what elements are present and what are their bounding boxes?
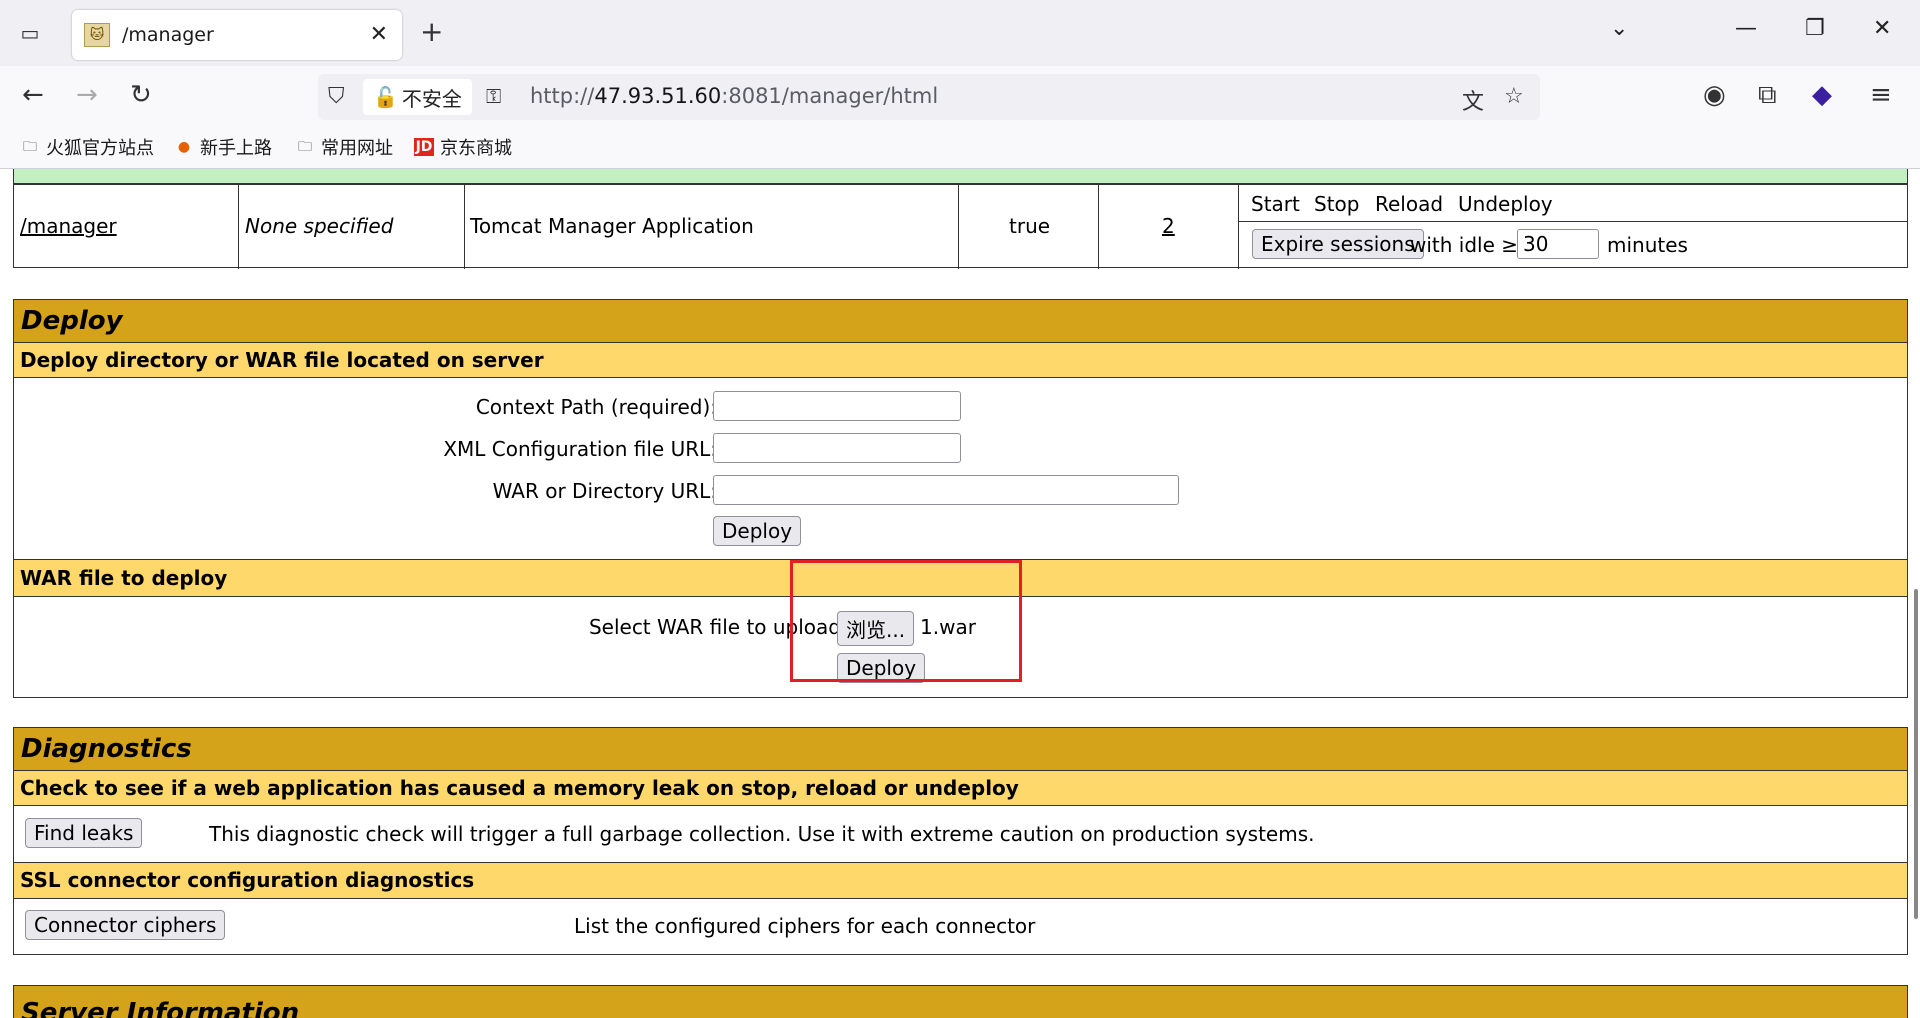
deploy-server-button[interactable]: Deploy — [713, 516, 802, 546]
tab-list-icon[interactable]: ▭ — [12, 18, 48, 48]
diagnostics-header: Diagnostics — [14, 728, 1907, 770]
diagnostics-section: Diagnostics Check to see if a web applic… — [13, 727, 1908, 955]
diagnostics-title: Diagnostics — [21, 734, 192, 764]
deploy-title: Deploy — [21, 306, 123, 336]
account-icon[interactable]: ◉ — [1703, 80, 1726, 110]
tab-bar: ▭ 🐱 /manager ✕ + ⌄ — ❐ ✕ — [0, 0, 1920, 66]
jd-icon: JD — [414, 138, 434, 156]
red-highlight-box — [790, 560, 1022, 682]
insecure-label: 不安全 — [401, 86, 462, 111]
application-row: /manager None specified Tomcat Manager A… — [13, 184, 1908, 269]
url-host: 47.93.51.60 — [594, 84, 722, 108]
minimize-icon[interactable]: — — [1735, 16, 1757, 41]
app-version: None specified — [245, 214, 394, 238]
context-path-label: Context Path (required): — [475, 395, 717, 419]
memory-leak-subheader: Check to see if a web application has ca… — [14, 770, 1907, 806]
extensions-icon[interactable]: ⧉ — [1758, 80, 1777, 111]
with-idle-label: with idle ≥ — [1410, 233, 1519, 257]
key-icon[interactable]: ⚿ — [486, 84, 501, 108]
close-tab-icon[interactable]: ✕ — [370, 22, 388, 47]
back-icon[interactable]: ← — [22, 80, 44, 110]
war-dir-input[interactable] — [713, 475, 1179, 505]
bookmarks-bar: 🗀 火狐官方站点 ● 新手上路 🗀 常用网址 JD 京东商城 — [0, 126, 1920, 169]
lock-slash-icon: 🔓 — [373, 85, 398, 109]
url-prefix: http:// — [530, 84, 595, 108]
minutes-label: minutes — [1607, 233, 1688, 257]
bookmark-star-icon[interactable]: ☆ — [1504, 84, 1524, 109]
reload-command[interactable]: Reload — [1375, 192, 1443, 216]
ssl-title: SSL connector configuration diagnostics — [20, 868, 475, 892]
url-bar[interactable]: ⛉ 🔓 不安全 ⚿ http://47.93.51.60:8081/manage… — [318, 74, 1540, 120]
app-sessions-link[interactable]: 2 — [1162, 214, 1175, 238]
url-text[interactable]: http://47.93.51.60:8081/manager/html — [530, 84, 938, 108]
forward-icon[interactable]: → — [76, 80, 98, 110]
insecure-badge[interactable]: 🔓 不安全 — [363, 79, 472, 115]
idle-minutes-input[interactable]: 30 — [1517, 229, 1599, 259]
server-info-title: Server Information — [21, 998, 300, 1018]
url-rest: :8081/manager/html — [721, 84, 939, 108]
memory-leak-title: Check to see if a web application has ca… — [20, 776, 1019, 800]
stop-command[interactable]: Stop — [1314, 192, 1359, 216]
page-content: /manager None specified Tomcat Manager A… — [0, 169, 1920, 1018]
extension-diamond-icon[interactable]: ◆ — [1812, 80, 1832, 110]
server-info-section: Server Information — [13, 985, 1908, 1018]
war-dir-label: WAR or Directory URL: — [492, 479, 717, 503]
shield-icon[interactable]: ⛉ — [328, 84, 345, 109]
folder-icon: 🗀 — [23, 139, 37, 155]
nav-bar: ← → ↻ ⛉ 🔓 不安全 ⚿ http://47.93.51.60:8081/… — [0, 66, 1920, 126]
bookmark-item[interactable]: ● 新手上路 — [174, 134, 272, 160]
server-deploy-title: Deploy directory or WAR file located on … — [20, 348, 544, 372]
list-all-tabs-icon[interactable]: ⌄ — [1610, 16, 1628, 41]
war-upload-title: WAR file to deploy — [20, 566, 228, 590]
tab-title: /manager — [122, 24, 214, 46]
new-tab-icon[interactable]: + — [420, 18, 443, 46]
app-path-link[interactable]: /manager — [20, 214, 117, 238]
translate-icon[interactable]: 文 — [1462, 84, 1484, 116]
ssl-subheader: SSL connector configuration diagnostics — [14, 862, 1907, 899]
xml-config-input[interactable] — [713, 433, 961, 463]
start-command[interactable]: Start — [1251, 192, 1300, 216]
folder-icon: 🗀 — [298, 139, 312, 155]
firefox-icon: ● — [177, 139, 191, 155]
app-display-name: Tomcat Manager Application — [470, 214, 754, 238]
app-running: true — [1009, 214, 1051, 238]
page-scrollbar[interactable] — [1914, 589, 1918, 919]
restore-icon[interactable]: ❐ — [1805, 16, 1825, 41]
find-leaks-description: This diagnostic check will trigger a ful… — [209, 822, 1315, 846]
connector-ciphers-button[interactable]: Connector ciphers — [25, 910, 226, 940]
expire-sessions-button[interactable]: Expire sessions — [1252, 229, 1424, 259]
find-leaks-button[interactable]: Find leaks — [25, 818, 143, 848]
tomcat-favicon-icon: 🐱 — [84, 23, 110, 47]
server-deploy-subheader: Deploy directory or WAR file located on … — [14, 342, 1907, 378]
bookmark-item[interactable]: 🗀 常用网址 — [295, 134, 393, 160]
applications-row-partial — [13, 169, 1908, 184]
close-window-icon[interactable]: ✕ — [1873, 16, 1891, 41]
bookmark-item[interactable]: JD 京东商城 — [414, 134, 512, 160]
bookmark-item[interactable]: 🗀 火狐官方站点 — [20, 134, 154, 160]
context-path-input[interactable] — [713, 391, 961, 421]
deploy-header: Deploy — [14, 300, 1907, 342]
xml-config-label: XML Configuration file URL: — [443, 437, 717, 461]
menu-icon[interactable]: ≡ — [1870, 80, 1892, 110]
reload-icon[interactable]: ↻ — [130, 80, 152, 110]
tab-manager[interactable]: 🐱 /manager ✕ — [72, 10, 402, 60]
undeploy-command[interactable]: Undeploy — [1458, 192, 1553, 216]
connector-ciphers-description: List the configured ciphers for each con… — [574, 914, 1036, 938]
server-info-header: Server Information — [14, 986, 1907, 1018]
